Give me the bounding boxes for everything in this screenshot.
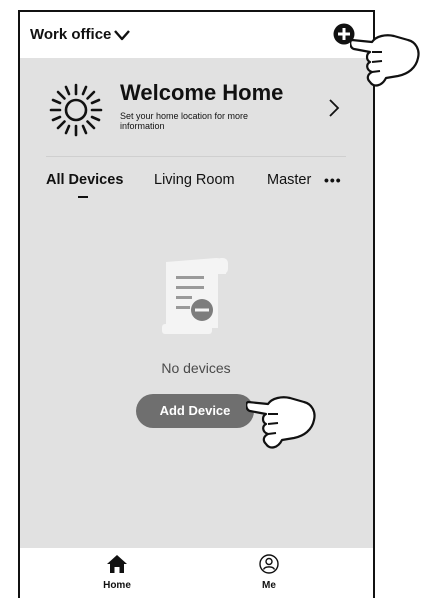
nav-me[interactable]: Me: [239, 554, 299, 591]
welcome-card[interactable]: Welcome Home Set your home location for …: [46, 76, 346, 157]
nav-me-label: Me: [262, 580, 276, 591]
chevron-down-icon: [114, 29, 131, 40]
welcome-title: Welcome Home: [120, 80, 284, 105]
tab-living-room[interactable]: Living Room: [154, 172, 235, 188]
pointing-hand-icon: [246, 396, 316, 449]
sun-icon: [49, 83, 103, 137]
user-profile-icon: [259, 554, 279, 574]
tab-all-devices[interactable]: All Devices: [46, 172, 123, 188]
nav-home-label: Home: [103, 580, 131, 591]
no-devices-document-icon: [162, 258, 228, 334]
home-icon: [107, 555, 127, 573]
no-devices-message: No devices: [161, 360, 231, 376]
bottom-navigation: Home Me: [20, 548, 373, 598]
phone-frame: Work office Welcome Home Set your home l…: [18, 10, 375, 598]
location-selector[interactable]: Work office: [30, 26, 131, 43]
welcome-subtitle: Set your home location for more informat…: [120, 111, 249, 131]
location-label: Work office: [30, 26, 112, 43]
header-bar: Work office: [20, 12, 373, 58]
pointing-hand-icon: [350, 34, 420, 87]
home-content: Welcome Home Set your home location for …: [20, 58, 373, 548]
active-tab-indicator: [78, 196, 88, 198]
nav-home[interactable]: Home: [87, 554, 147, 591]
more-tabs-icon[interactable]: •••: [324, 172, 342, 188]
room-tabs: All Devices Living Room Master •••: [20, 168, 373, 204]
tab-master[interactable]: Master: [267, 172, 311, 188]
add-device-button[interactable]: Add Device: [136, 394, 254, 428]
chevron-right-icon: [329, 99, 340, 117]
